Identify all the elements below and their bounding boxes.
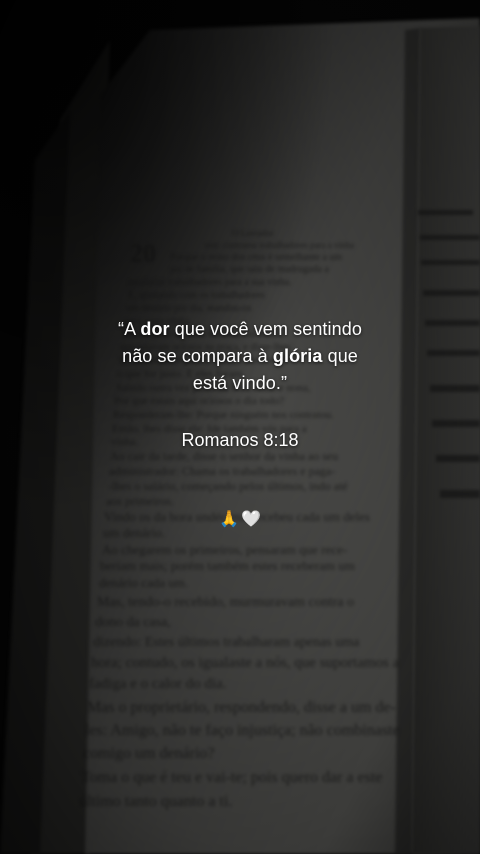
svg-text:Responderam-lhe: Porque ningué: Responderam-lhe: Porque ninguém nos cont… bbox=[113, 409, 334, 421]
svg-text:comigo um denário?: comigo um denário? bbox=[83, 745, 215, 762]
svg-text:um denário por dia, mandou-os: um denário por dia, mandou-os bbox=[126, 303, 251, 314]
quote-line-3: está vindo.” bbox=[192, 373, 288, 393]
svg-text:dono da casa,: dono da casa, bbox=[95, 615, 171, 630]
svg-text:hora; contudo, os igualaste a: hora; contudo, os igualaste a nós, que s… bbox=[91, 655, 400, 671]
svg-text:último tanto quanto a ti.: último tanto quanto a ti. bbox=[79, 793, 232, 810]
bible-quote: “A dor que você vem sentindo não se comp… bbox=[0, 316, 480, 397]
svg-text:E, ajustando com os trabalhado: E, ajustando com os trabalhadores bbox=[128, 290, 265, 301]
verse-reference: Romanos 8:18 bbox=[181, 430, 299, 450]
quote-line-1: “A dor que você vem sentindo bbox=[118, 319, 362, 339]
quote-line-2: não se compara à glória que bbox=[122, 346, 358, 366]
emoji-row: 🙏 🤍 bbox=[0, 510, 480, 530]
svg-text:O Lavrador: O Lavrador bbox=[232, 228, 274, 238]
svg-text:Ao chegarem os primeiros, pens: Ao chegarem os primeiros, pensaram que r… bbox=[102, 542, 347, 557]
white-heart-icon: 🤍 bbox=[241, 511, 261, 528]
svg-text:denário cada um.: denário cada um. bbox=[99, 575, 188, 590]
story-canvas: 20 O Lavrador entr. contratou trabalhado… bbox=[0, 0, 480, 854]
svg-text:beriam mais; porém também este: beriam mais; porém também estes recebera… bbox=[100, 558, 355, 573]
svg-text:assalariar trabalhadores para: assalariar trabalhadores para a sua vinh… bbox=[128, 277, 292, 288]
praying-hands-icon: 🙏 bbox=[219, 511, 239, 528]
quote-highlight-gloria: glória bbox=[272, 346, 323, 366]
svg-text:Mas o proprietário, respondend: Mas o proprietário, respondendo, disse a… bbox=[87, 699, 396, 716]
quote-highlight-dor: dor bbox=[140, 319, 170, 339]
svg-text:fadiga e o calor do dia.: fadiga e o calor do dia. bbox=[89, 676, 226, 692]
svg-text:pai de família, que saiu de ma: pai de família, que saiu de madrugada a bbox=[170, 264, 329, 275]
svg-text:-lhes o salário, começando pel: -lhes o salário, começando pelos últimos… bbox=[108, 479, 348, 493]
svg-text:aos primeiros.: aos primeiros. bbox=[106, 494, 174, 508]
svg-text:Mas, tendo-o recebido, murmura: Mas, tendo-o recebido, murmuravam contra… bbox=[97, 595, 354, 610]
svg-text:entr. contratou trabalhadores: entr. contratou trabalhadores para a vin… bbox=[205, 240, 354, 250]
chapter-number: 20 bbox=[130, 239, 156, 268]
bible-photo-background: 20 O Lavrador entr. contratou trabalhado… bbox=[0, 0, 480, 854]
svg-text:administrador: Chama os trabal: administrador: Chama os trabalhadores e … bbox=[109, 464, 335, 478]
svg-text:Toma o que é teu e vai-te; poi: Toma o que é teu e vai-te; pois quero da… bbox=[81, 769, 382, 786]
svg-text:dizendo: Estes últimos trabalh: dizendo: Estes últimos trabalharam apena… bbox=[93, 635, 360, 650]
svg-text:les: Amigo, não te faço injust: les: Amigo, não te faço injustiça; não c… bbox=[85, 722, 400, 739]
svg-text:Porque o reino dos céus é seme: Porque o reino dos céus é semelhante a u… bbox=[170, 252, 342, 263]
